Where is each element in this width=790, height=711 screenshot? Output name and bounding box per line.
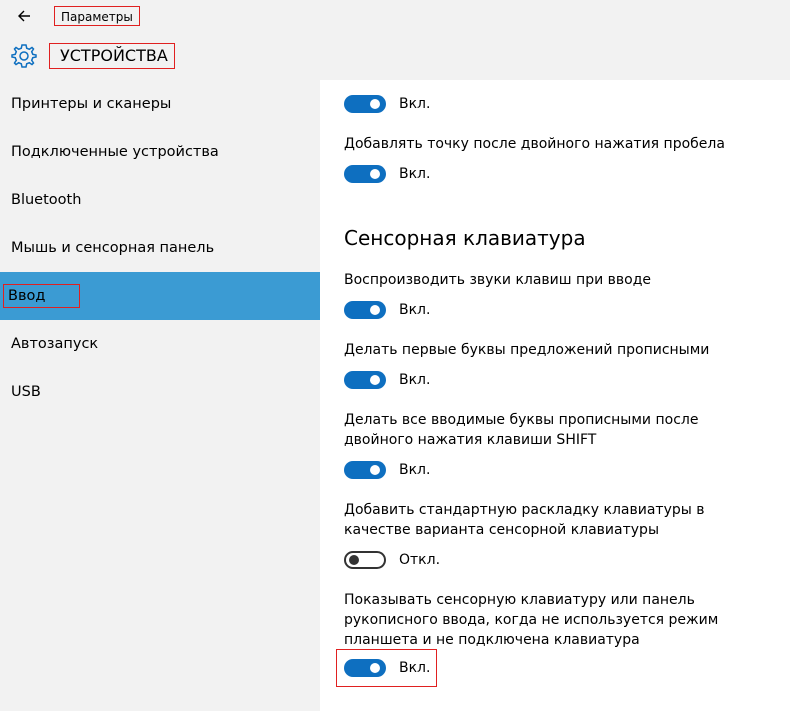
back-arrow-icon xyxy=(18,10,30,22)
toggle-knob xyxy=(349,555,359,565)
toggle-knob xyxy=(370,99,380,109)
sidebar-item-label: Bluetooth xyxy=(11,192,82,208)
sidebar-item-label: USB xyxy=(11,384,41,400)
sidebar-item-connected-devices[interactable]: Подключенные устройства xyxy=(0,128,320,176)
toggle-switch[interactable] xyxy=(344,301,386,319)
toggle-knob xyxy=(370,375,380,385)
toggle-state-label: Вкл. xyxy=(399,96,431,112)
toggle-knob xyxy=(370,663,380,673)
toggle-knob xyxy=(370,169,380,179)
toggle-state-label: Вкл. xyxy=(399,166,431,182)
group-title: Сенсорная клавиатура xyxy=(344,226,586,250)
toggle-state-label: Вкл. xyxy=(399,372,431,388)
setting-label-cutoff xyxy=(344,68,784,84)
toggle-switch[interactable] xyxy=(344,165,386,183)
toggle-state-label: Вкл. xyxy=(399,462,431,478)
sidebar-item-bluetooth[interactable]: Bluetooth xyxy=(0,176,320,224)
app-title: Параметры xyxy=(54,6,140,26)
setting-label: Добавлять точку после двойного нажатия п… xyxy=(344,136,725,152)
sidebar: Принтеры и сканеры Подключенные устройст… xyxy=(0,80,320,711)
toggle-state-label: Вкл. xyxy=(399,302,431,318)
sidebar-item-label: Принтеры и сканеры xyxy=(11,96,172,112)
toggle-state-label: Вкл. xyxy=(399,660,431,676)
sidebar-item-autoplay[interactable]: Автозапуск xyxy=(0,320,320,368)
setting-toggle-row: Вкл. xyxy=(344,93,430,115)
toggle-switch[interactable] xyxy=(344,659,386,677)
toggle-knob xyxy=(370,465,380,475)
toggle-switch[interactable] xyxy=(344,461,386,479)
setting-label: Показывать сенсорную клавиатуру или пане… xyxy=(344,592,719,648)
setting-toggle-row: Откл. xyxy=(344,549,440,571)
toggle-switch[interactable] xyxy=(344,371,386,389)
sidebar-item-label: Ввод xyxy=(3,284,81,308)
setting-toggle-row: Вкл. xyxy=(344,369,430,391)
setting-label: Делать все вводимые буквы прописными пос… xyxy=(344,412,699,448)
gear-icon xyxy=(10,42,38,70)
sidebar-item-typing[interactable]: Ввод xyxy=(0,272,320,320)
back-button[interactable] xyxy=(14,5,36,27)
setting-label: Добавить стандартную раскладку клавиатур… xyxy=(344,502,705,538)
setting-label: Воспроизводить звуки клавиш при вводе xyxy=(344,272,651,288)
setting-toggle-row: Вкл. xyxy=(344,163,430,185)
setting-toggle-row: Вкл. xyxy=(344,459,430,481)
toggle-state-label: Откл. xyxy=(399,552,441,568)
toggle-knob xyxy=(370,305,380,315)
sidebar-item-label: Автозапуск xyxy=(11,336,99,352)
setting-toggle-row: Вкл. xyxy=(344,657,430,679)
settings-content: Вкл. Добавлять точку после двойного нажа… xyxy=(320,80,790,711)
sidebar-item-label: Мышь и сенсорная панель xyxy=(11,240,215,256)
setting-toggle-row: Вкл. xyxy=(344,299,430,321)
toggle-switch[interactable] xyxy=(344,551,386,569)
sidebar-item-mouse-touchpad[interactable]: Мышь и сенсорная панель xyxy=(0,224,320,272)
sidebar-item-usb[interactable]: USB xyxy=(0,368,320,416)
page-title: УСТРОЙСТВА xyxy=(49,43,175,69)
toggle-switch[interactable] xyxy=(344,95,386,113)
sidebar-item-printers[interactable]: Принтеры и сканеры xyxy=(0,80,320,128)
sidebar-item-label: Подключенные устройства xyxy=(11,144,219,160)
setting-label: Делать первые буквы предложений прописны… xyxy=(344,342,710,358)
